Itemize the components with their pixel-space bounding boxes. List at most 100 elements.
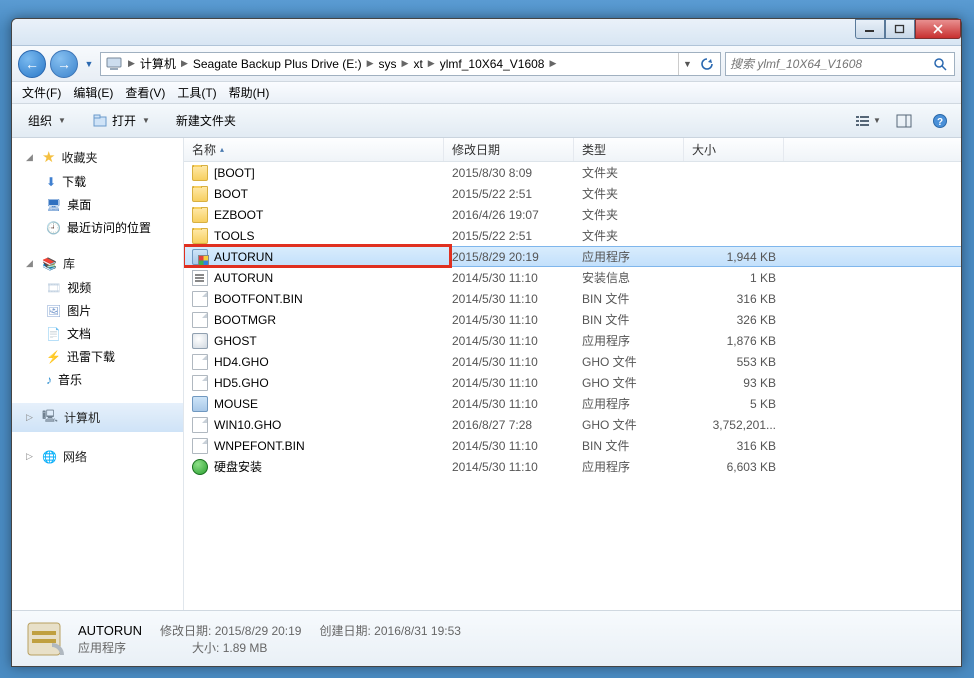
chevron-right-icon: ▶ — [178, 58, 191, 69]
file-row[interactable]: AUTORUN2014/5/30 11:10安装信息1 KB — [184, 267, 961, 288]
crumb-drive[interactable]: Seagate Backup Plus Drive (E:) — [191, 57, 364, 71]
sidebar-item-documents[interactable]: 📄文档 — [12, 322, 183, 345]
new-folder-button[interactable]: 新建文件夹 — [168, 109, 244, 132]
back-button[interactable]: ← — [18, 50, 46, 78]
sidebar-favorites-header[interactable]: ◢ ★ 收藏夹 — [12, 144, 183, 170]
sort-caret-icon: ▴ — [220, 145, 224, 154]
folder-icon — [192, 186, 208, 202]
file-date: 2014/5/30 11:10 — [444, 355, 574, 369]
file-list-pane: 名称▴ 修改日期 类型 大小 [BOOT]2015/8/30 8:09文件夹BO… — [184, 138, 961, 610]
file-date: 2015/8/30 8:09 — [444, 166, 574, 180]
window-body: ◢ ★ 收藏夹 ⬇下载 🖥桌面 🕘最近访问的位置 ◢ 📚 库 🎞视频 🖼图片 📄… — [12, 138, 961, 610]
crumb-current[interactable]: ylmf_10X64_V1608 — [438, 57, 547, 71]
menu-view[interactable]: 查看(V) — [119, 82, 171, 103]
file-row[interactable]: HD4.GHO2014/5/30 11:10GHO 文件553 KB — [184, 351, 961, 372]
file-row[interactable]: 硬盘安装2014/5/30 11:10应用程序6,603 KB — [184, 456, 961, 477]
sidebar-item-downloads[interactable]: ⬇下载 — [12, 170, 183, 193]
details-created-label: 创建日期: — [319, 624, 370, 638]
file-type: 应用程序 — [574, 332, 684, 349]
library-icon: 📚 — [42, 257, 57, 271]
file-date: 2016/4/26 19:07 — [444, 208, 574, 222]
titlebar — [12, 19, 961, 46]
crumb-xt[interactable]: xt — [411, 57, 424, 71]
crumb-computer[interactable]: 计算机 — [138, 55, 178, 72]
sidebar-item-pictures[interactable]: 🖼图片 — [12, 299, 183, 322]
column-name[interactable]: 名称▴ — [184, 138, 444, 161]
sidebar-item-music[interactable]: ♪音乐 — [12, 368, 183, 391]
history-dropdown[interactable]: ▼ — [82, 53, 96, 75]
file-name: 硬盘安装 — [214, 458, 262, 475]
search-input[interactable] — [730, 57, 930, 71]
file-type: BIN 文件 — [574, 290, 684, 307]
navigation-bar: ← → ▼ ▶ 计算机 ▶ Seagate Backup Plus Drive … — [12, 46, 961, 82]
file-name: BOOT — [214, 187, 248, 201]
file-row[interactable]: MOUSE2014/5/30 11:10应用程序5 KB — [184, 393, 961, 414]
menu-edit[interactable]: 编辑(E) — [67, 82, 119, 103]
details-size-label: 大小: — [192, 641, 219, 655]
close-button[interactable] — [915, 19, 961, 39]
application-icon — [192, 396, 208, 412]
file-date: 2016/8/27 7:28 — [444, 418, 574, 432]
search-box[interactable] — [725, 52, 955, 76]
file-row[interactable]: HD5.GHO2014/5/30 11:10GHO 文件93 KB — [184, 372, 961, 393]
menu-tools[interactable]: 工具(T) — [171, 82, 222, 103]
file-rows[interactable]: [BOOT]2015/8/30 8:09文件夹BOOT2015/5/22 2:5… — [184, 162, 961, 610]
sidebar-item-xunlei[interactable]: ⚡迅雷下载 — [12, 345, 183, 368]
file-size: 1 KB — [684, 271, 784, 285]
organize-button[interactable]: 组织▼ — [20, 109, 74, 132]
file-row[interactable]: BOOTMGR2014/5/30 11:10BIN 文件326 KB — [184, 309, 961, 330]
forward-button[interactable]: → — [50, 50, 78, 78]
file-size: 5 KB — [684, 397, 784, 411]
file-type: GHO 文件 — [574, 353, 684, 370]
sidebar-item-video[interactable]: 🎞视频 — [12, 276, 183, 299]
download-icon: ⬇ — [46, 175, 56, 189]
file-type: 安装信息 — [574, 269, 684, 286]
file-row[interactable]: BOOT2015/5/22 2:51文件夹 — [184, 183, 961, 204]
window-controls — [855, 19, 961, 39]
refresh-button[interactable] — [696, 53, 718, 75]
picture-icon: 🖼 — [46, 304, 61, 318]
preview-pane-button[interactable] — [891, 110, 917, 132]
file-name: HD4.GHO — [214, 355, 269, 369]
file-name: MOUSE — [214, 397, 258, 411]
address-dropdown[interactable]: ▼ — [678, 53, 696, 75]
file-date: 2014/5/30 11:10 — [444, 460, 574, 474]
file-row[interactable]: TOOLS2015/5/22 2:51文件夹 — [184, 225, 961, 246]
column-date[interactable]: 修改日期 — [444, 138, 574, 161]
menu-help[interactable]: 帮助(H) — [223, 82, 276, 103]
file-icon — [192, 312, 208, 328]
open-button[interactable]: 打开▼ — [84, 109, 158, 132]
sidebar-item-desktop[interactable]: 🖥桌面 — [12, 193, 183, 216]
file-row[interactable]: [BOOT]2015/8/30 8:09文件夹 — [184, 162, 961, 183]
chevron-right-icon: ▶ — [425, 58, 438, 69]
sidebar-network[interactable]: ▷ 🌐 网络 — [12, 444, 183, 469]
minimize-button[interactable] — [855, 19, 885, 39]
menu-file[interactable]: 文件(F) — [16, 82, 67, 103]
file-row[interactable]: EZBOOT2016/4/26 19:07文件夹 — [184, 204, 961, 225]
help-button[interactable]: ? — [927, 110, 953, 132]
column-size[interactable]: 大小 — [684, 138, 784, 161]
sidebar-item-recent[interactable]: 🕘最近访问的位置 — [12, 216, 183, 239]
file-row[interactable]: WIN10.GHO2016/8/27 7:28GHO 文件3,752,201..… — [184, 414, 961, 435]
file-row[interactable]: BOOTFONT.BIN2014/5/30 11:10BIN 文件316 KB — [184, 288, 961, 309]
crumb-sys[interactable]: sys — [377, 57, 399, 71]
sidebar-computer[interactable]: ▷ 🖳 计算机 — [12, 403, 183, 432]
column-type[interactable]: 类型 — [574, 138, 684, 161]
sidebar-libraries-header[interactable]: ◢ 📚 库 — [12, 251, 183, 276]
caret-icon: ▷ — [26, 451, 36, 462]
navigation-sidebar[interactable]: ◢ ★ 收藏夹 ⬇下载 🖥桌面 🕘最近访问的位置 ◢ 📚 库 🎞视频 🖼图片 📄… — [12, 138, 184, 610]
file-icon — [192, 354, 208, 370]
maximize-button[interactable] — [885, 19, 915, 39]
file-name: AUTORUN — [214, 250, 273, 264]
file-row[interactable]: GHOST2014/5/30 11:10应用程序1,876 KB — [184, 330, 961, 351]
file-type: BIN 文件 — [574, 437, 684, 454]
file-type: 应用程序 — [574, 248, 684, 265]
file-row[interactable]: WNPEFONT.BIN2014/5/30 11:10BIN 文件316 KB — [184, 435, 961, 456]
details-mod-value: 2015/8/29 20:19 — [215, 624, 302, 638]
file-row[interactable]: AUTORUN2015/8/29 20:19应用程序1,944 KB — [184, 246, 961, 267]
view-options-button[interactable]: ▼ — [855, 110, 881, 132]
search-icon[interactable] — [930, 57, 950, 71]
ghost-icon — [192, 333, 208, 349]
breadcrumb[interactable]: ▶ 计算机 ▶ Seagate Backup Plus Drive (E:) ▶… — [100, 52, 721, 76]
clock-icon: 🕘 — [46, 221, 61, 235]
